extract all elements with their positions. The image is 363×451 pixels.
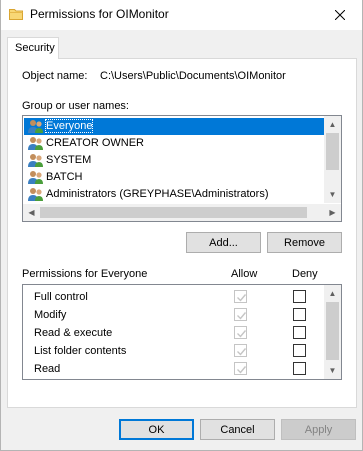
- permission-name: Full control: [34, 291, 88, 303]
- group-user-list: Everyone CREATOR OWNER SYSTEM BATCH Admi…: [24, 118, 325, 203]
- scroll-up-icon[interactable]: ▲: [324, 116, 341, 133]
- users-icon: [28, 188, 43, 201]
- list-item-batch[interactable]: BATCH: [24, 169, 325, 186]
- allow-checkbox: [234, 344, 247, 357]
- checkmark-icon: [237, 330, 247, 338]
- list-item-creator-owner[interactable]: CREATOR OWNER: [24, 135, 325, 152]
- list-vertical-scrollbar[interactable]: ▲ ▼: [324, 116, 341, 203]
- title-bar: Permissions for OIMonitor: [1, 0, 362, 30]
- allow-column-header: Allow: [231, 268, 258, 280]
- permissions-vertical-scrollbar[interactable]: ▲ ▼: [324, 285, 341, 379]
- checkmark-icon: [237, 348, 247, 356]
- ok-button[interactable]: OK: [119, 419, 194, 440]
- deny-checkbox[interactable]: [293, 362, 306, 375]
- object-name-label: Object name:: [22, 70, 88, 82]
- user-name: Everyone: [44, 119, 94, 133]
- list-item-everyone[interactable]: Everyone: [24, 118, 325, 135]
- window-title: Permissions for OIMonitor: [30, 7, 169, 21]
- cancel-button[interactable]: Cancel: [200, 419, 275, 440]
- deny-checkbox[interactable]: [293, 308, 306, 321]
- remove-button[interactable]: Remove: [267, 232, 342, 253]
- checkmark-icon: [237, 294, 247, 302]
- add-button[interactable]: Add...: [186, 232, 261, 253]
- scroll-thumb[interactable]: [326, 133, 339, 170]
- list-item-system[interactable]: SYSTEM: [24, 152, 325, 169]
- permission-name: Read: [34, 363, 61, 375]
- scroll-thumb[interactable]: [40, 207, 307, 218]
- permissions-list: Full control Modify Read & execute List …: [22, 284, 342, 380]
- checkmark-icon: [237, 312, 247, 320]
- user-name: SYSTEM: [46, 154, 92, 166]
- object-name-value: C:\Users\Public\Documents\OIMonitor: [100, 70, 286, 82]
- folder-icon: [9, 7, 23, 21]
- users-icon: [28, 137, 43, 150]
- users-icon: [28, 120, 43, 133]
- user-name: Administrators (GREYPHASE\Administrators…: [46, 188, 269, 200]
- scroll-down-icon[interactable]: ▼: [324, 362, 341, 379]
- user-name: CREATOR OWNER: [46, 137, 144, 149]
- permission-row-modify: Modify: [23, 306, 325, 324]
- users-icon: [28, 171, 43, 184]
- checkmark-icon: [237, 366, 247, 374]
- apply-button[interactable]: Apply: [281, 419, 356, 440]
- list-horizontal-scrollbar[interactable]: ◀ ▶: [23, 204, 341, 221]
- scroll-thumb[interactable]: [326, 302, 339, 360]
- tab-security[interactable]: Security: [7, 37, 59, 59]
- allow-checkbox: [234, 308, 247, 321]
- scroll-right-icon[interactable]: ▶: [324, 204, 341, 221]
- permission-row-list-folder-contents: List folder contents: [23, 342, 325, 360]
- permission-name: List folder contents: [34, 345, 127, 357]
- deny-checkbox[interactable]: [293, 344, 306, 357]
- group-or-user-names-label: Group or user names:: [22, 100, 129, 112]
- users-icon: [28, 154, 43, 167]
- permissions-for-label: Permissions for Everyone: [22, 268, 148, 280]
- allow-checkbox: [234, 290, 247, 303]
- permission-row-read-execute: Read & execute: [23, 324, 325, 342]
- permission-row-full-control: Full control: [23, 288, 325, 306]
- user-name: BATCH: [46, 171, 83, 183]
- group-user-listbox[interactable]: Everyone CREATOR OWNER SYSTEM BATCH Admi…: [22, 115, 342, 222]
- deny-checkbox[interactable]: [293, 326, 306, 339]
- allow-checkbox: [234, 326, 247, 339]
- permission-name: Modify: [34, 309, 67, 321]
- permission-row-read: Read: [23, 360, 325, 378]
- deny-checkbox[interactable]: [293, 290, 306, 303]
- scroll-up-icon[interactable]: ▲: [324, 285, 341, 302]
- scroll-down-icon[interactable]: ▼: [324, 186, 341, 203]
- scroll-left-icon[interactable]: ◀: [23, 204, 40, 221]
- list-item-administrators[interactable]: Administrators (GREYPHASE\Administrators…: [24, 186, 325, 203]
- permission-name: Read & execute: [34, 327, 113, 339]
- deny-column-header: Deny: [292, 268, 318, 280]
- close-button[interactable]: [317, 0, 362, 30]
- permissions-dialog: Permissions for OIMonitor Security Objec…: [0, 0, 363, 451]
- close-icon: [334, 10, 345, 20]
- allow-checkbox: [234, 362, 247, 375]
